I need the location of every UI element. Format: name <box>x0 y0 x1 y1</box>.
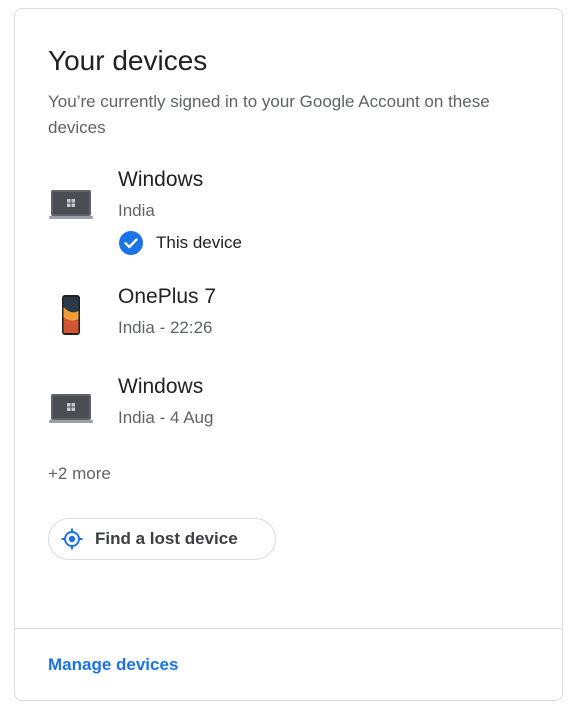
phone-icon <box>48 293 94 339</box>
laptop-icon <box>48 182 94 228</box>
this-device-indicator: This device <box>118 230 242 256</box>
device-name: Windows <box>118 375 204 398</box>
device-item-windows-current[interactable]: Windows India This device <box>48 167 528 259</box>
device-name: OnePlus 7 <box>118 285 217 308</box>
locate-icon <box>61 528 83 550</box>
device-item-windows[interactable]: Windows India - 4 Aug <box>48 374 528 434</box>
this-device-label: This device <box>156 233 242 252</box>
card-title: Your devices <box>48 45 208 76</box>
device-last-seen: India - 4 Aug <box>118 408 214 427</box>
more-devices-link[interactable]: +2 more <box>48 463 111 485</box>
your-devices-card: Your devices You’re currently signed in … <box>14 8 563 701</box>
device-location: India <box>118 201 155 220</box>
manage-devices-link[interactable]: Manage devices <box>48 654 178 676</box>
card-divider <box>15 628 562 629</box>
laptop-icon <box>48 386 94 432</box>
device-last-seen: India - 22:26 <box>118 318 213 337</box>
check-circle-icon <box>118 230 144 256</box>
card-subtitle: You’re currently signed in to your Googl… <box>48 92 490 137</box>
find-lost-device-button[interactable]: Find a lost device <box>48 518 276 560</box>
find-lost-device-label: Find a lost device <box>95 529 238 548</box>
device-name: Windows <box>118 168 204 191</box>
device-item-oneplus[interactable]: OnePlus 7 India - 22:26 <box>48 284 528 344</box>
